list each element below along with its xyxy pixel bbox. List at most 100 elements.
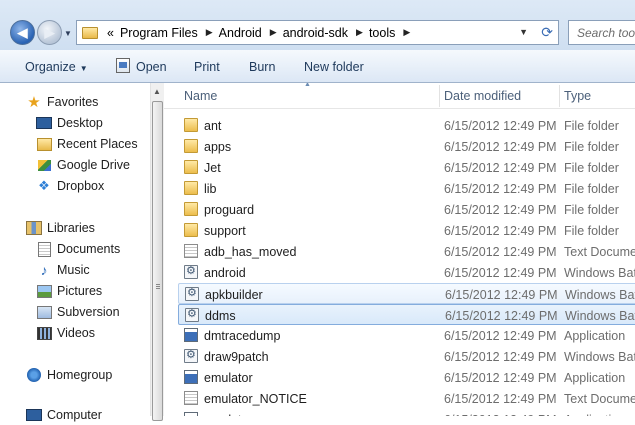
nav-subversion-label: Subversion xyxy=(57,305,120,319)
column-date-modified[interactable]: Date modified xyxy=(444,89,521,103)
file-type: File folder xyxy=(564,140,619,154)
breadcrumb-separator-icon[interactable]: ▶ xyxy=(270,27,277,38)
videos-icon xyxy=(36,325,52,341)
file-row[interactable]: apps 6/15/2012 12:49 PM File folder xyxy=(178,136,635,157)
forward-arrow-icon: ▶ xyxy=(44,24,55,40)
breadcrumb-separator-icon[interactable]: ▶ xyxy=(403,27,410,38)
nav-dropbox[interactable]: ❖ Dropbox xyxy=(36,176,104,196)
column-name[interactable]: Name xyxy=(184,89,217,103)
breadcrumb-android[interactable]: Android xyxy=(219,26,262,40)
search-input[interactable]: Search tools xyxy=(568,20,635,45)
nav-homegroup[interactable]: Homegroup xyxy=(26,365,112,385)
libraries-icon xyxy=(26,220,42,236)
nav-subversion[interactable]: Subversion xyxy=(36,302,120,322)
column-divider[interactable] xyxy=(439,85,440,107)
nav-documents-label: Documents xyxy=(57,242,121,256)
file-row[interactable]: ant 6/15/2012 12:49 PM File folder xyxy=(178,115,635,136)
file-name: lib xyxy=(204,182,217,196)
recent-pages-dropdown[interactable]: ▼ xyxy=(64,29,72,38)
organize-button[interactable]: Organize ▼ xyxy=(25,60,88,74)
nav-libraries[interactable]: Libraries xyxy=(26,218,95,238)
file-row[interactable]: apkbuilder 6/15/2012 12:49 PM Windows Batc… xyxy=(178,283,635,304)
nav-computer[interactable]: Computer xyxy=(26,405,102,425)
breadcrumb-android-sdk[interactable]: android-sdk xyxy=(283,26,348,40)
file-name: dmtracedump xyxy=(204,329,281,343)
file-row[interactable]: android 6/15/2012 12:49 PM Windows Batch F… xyxy=(178,262,635,283)
file-row[interactable]: dmtracedump 6/15/2012 12:49 PM Application xyxy=(178,325,635,346)
scroll-up-icon[interactable]: ▲ xyxy=(153,87,161,96)
file-type: Text Document xyxy=(564,245,635,259)
navigation-scrollbar[interactable]: ▲ xyxy=(150,83,164,421)
burn-button[interactable]: Burn xyxy=(249,60,275,74)
nav-music[interactable]: ♪ Music xyxy=(36,260,90,280)
scrollbar-thumb[interactable] xyxy=(152,101,163,421)
nav-recent-places-label: Recent Places xyxy=(57,137,138,151)
open-button[interactable]: Open xyxy=(136,60,167,74)
address-history-dropdown[interactable]: ▼ xyxy=(519,27,528,37)
forward-button[interactable]: ▶ xyxy=(37,20,62,45)
folder-icon xyxy=(184,118,198,132)
file-row[interactable]: support 6/15/2012 12:49 PM File folder xyxy=(178,220,635,241)
file-date: 6/15/2012 12:49 PM xyxy=(444,203,557,217)
command-bar: Organize ▼ Open Print Burn New folder xyxy=(0,50,635,83)
nav-videos[interactable]: Videos xyxy=(36,323,95,343)
file-row[interactable]: ddms 6/15/2012 12:49 PM Windows Batch File xyxy=(178,304,635,325)
file-name: Jet xyxy=(204,161,221,175)
nav-documents[interactable]: Documents xyxy=(36,239,120,259)
file-date: 6/15/2012 12:49 PM xyxy=(444,329,557,343)
file-date: 6/15/2012 12:49 PM xyxy=(444,245,557,259)
new-folder-button[interactable]: New folder xyxy=(304,60,364,74)
file-type: Windows Batch File xyxy=(564,350,635,364)
folder-icon xyxy=(184,223,198,237)
breadcrumb-separator-icon[interactable]: ▶ xyxy=(206,27,213,38)
file-row[interactable]: adb_has_moved 6/15/2012 12:49 PM Text Docu… xyxy=(178,241,635,262)
pictures-icon xyxy=(36,283,52,299)
file-row[interactable]: emulator_NOTICE 6/15/2012 12:49 PM Text Do… xyxy=(178,388,635,409)
file-row[interactable]: emulator-arm6/15/2012 12:49 PMApplicatio… xyxy=(178,409,635,416)
navigation-pane: ★ Favorites Desktop Recent Places Google… xyxy=(0,83,150,422)
open-icon[interactable] xyxy=(116,58,130,73)
address-box[interactable]: « Program Files ▶ Android ▶ android-sdk … xyxy=(76,20,559,45)
file-type: Application xyxy=(564,371,626,385)
homegroup-icon xyxy=(26,367,42,383)
breadcrumb-overflow[interactable]: « xyxy=(107,26,114,40)
file-date: 6/15/2012 12:49 PM xyxy=(444,224,557,238)
batch-file-icon xyxy=(184,264,198,279)
address-bar-area: ◀ ▶ ▼ « Program Files ▶ Android ▶ androi… xyxy=(0,0,635,50)
nav-recent-places[interactable]: Recent Places xyxy=(36,134,138,154)
column-type[interactable]: Type xyxy=(564,89,591,103)
breadcrumb-tools[interactable]: tools xyxy=(369,26,395,40)
file-date: 6/15/2012 12:49 PM xyxy=(444,161,557,175)
refresh-icon[interactable]: ⟳ xyxy=(541,24,553,41)
breadcrumb-separator-icon[interactable]: ▶ xyxy=(356,27,363,38)
application-icon xyxy=(184,412,198,416)
nav-desktop-label: Desktop xyxy=(57,116,103,130)
nav-pictures[interactable]: Pictures xyxy=(36,281,102,301)
file-name: android xyxy=(204,266,246,280)
nav-google-drive[interactable]: Google Drive xyxy=(36,155,130,175)
folder-icon xyxy=(184,202,198,216)
file-name: apps xyxy=(204,140,232,154)
batch-file-icon xyxy=(185,307,199,322)
documents-icon xyxy=(36,241,52,257)
breadcrumb-program-files[interactable]: Program Files xyxy=(120,26,198,40)
grip-icon xyxy=(156,284,160,285)
print-button[interactable]: Print xyxy=(194,60,220,74)
file-row[interactable]: lib 6/15/2012 12:49 PM File folder xyxy=(178,178,635,199)
nav-desktop[interactable]: Desktop xyxy=(36,113,103,133)
nav-libraries-label: Libraries xyxy=(47,221,95,235)
file-row[interactable]: emulator 6/15/2012 12:49 PM Application xyxy=(178,367,635,388)
file-row[interactable]: proguard 6/15/2012 12:49 PM File folder xyxy=(178,199,635,220)
music-icon: ♪ xyxy=(40,262,48,278)
file-name: apkbuilder xyxy=(205,288,263,302)
file-name: emulator_NOTICE xyxy=(204,392,307,406)
column-divider[interactable] xyxy=(559,85,560,107)
batch-file-icon xyxy=(184,348,198,363)
file-row[interactable]: draw9patch 6/15/2012 12:49 PM Windows Batc… xyxy=(178,346,635,367)
file-row[interactable]: Jet 6/15/2012 12:49 PM File folder xyxy=(178,157,635,178)
nav-favorites[interactable]: ★ Favorites xyxy=(26,92,98,112)
folder-icon xyxy=(184,160,198,174)
back-arrow-icon: ◀ xyxy=(17,24,28,40)
file-date: 6/15/2012 12:49 PM xyxy=(444,392,557,406)
back-button[interactable]: ◀ xyxy=(10,20,35,45)
